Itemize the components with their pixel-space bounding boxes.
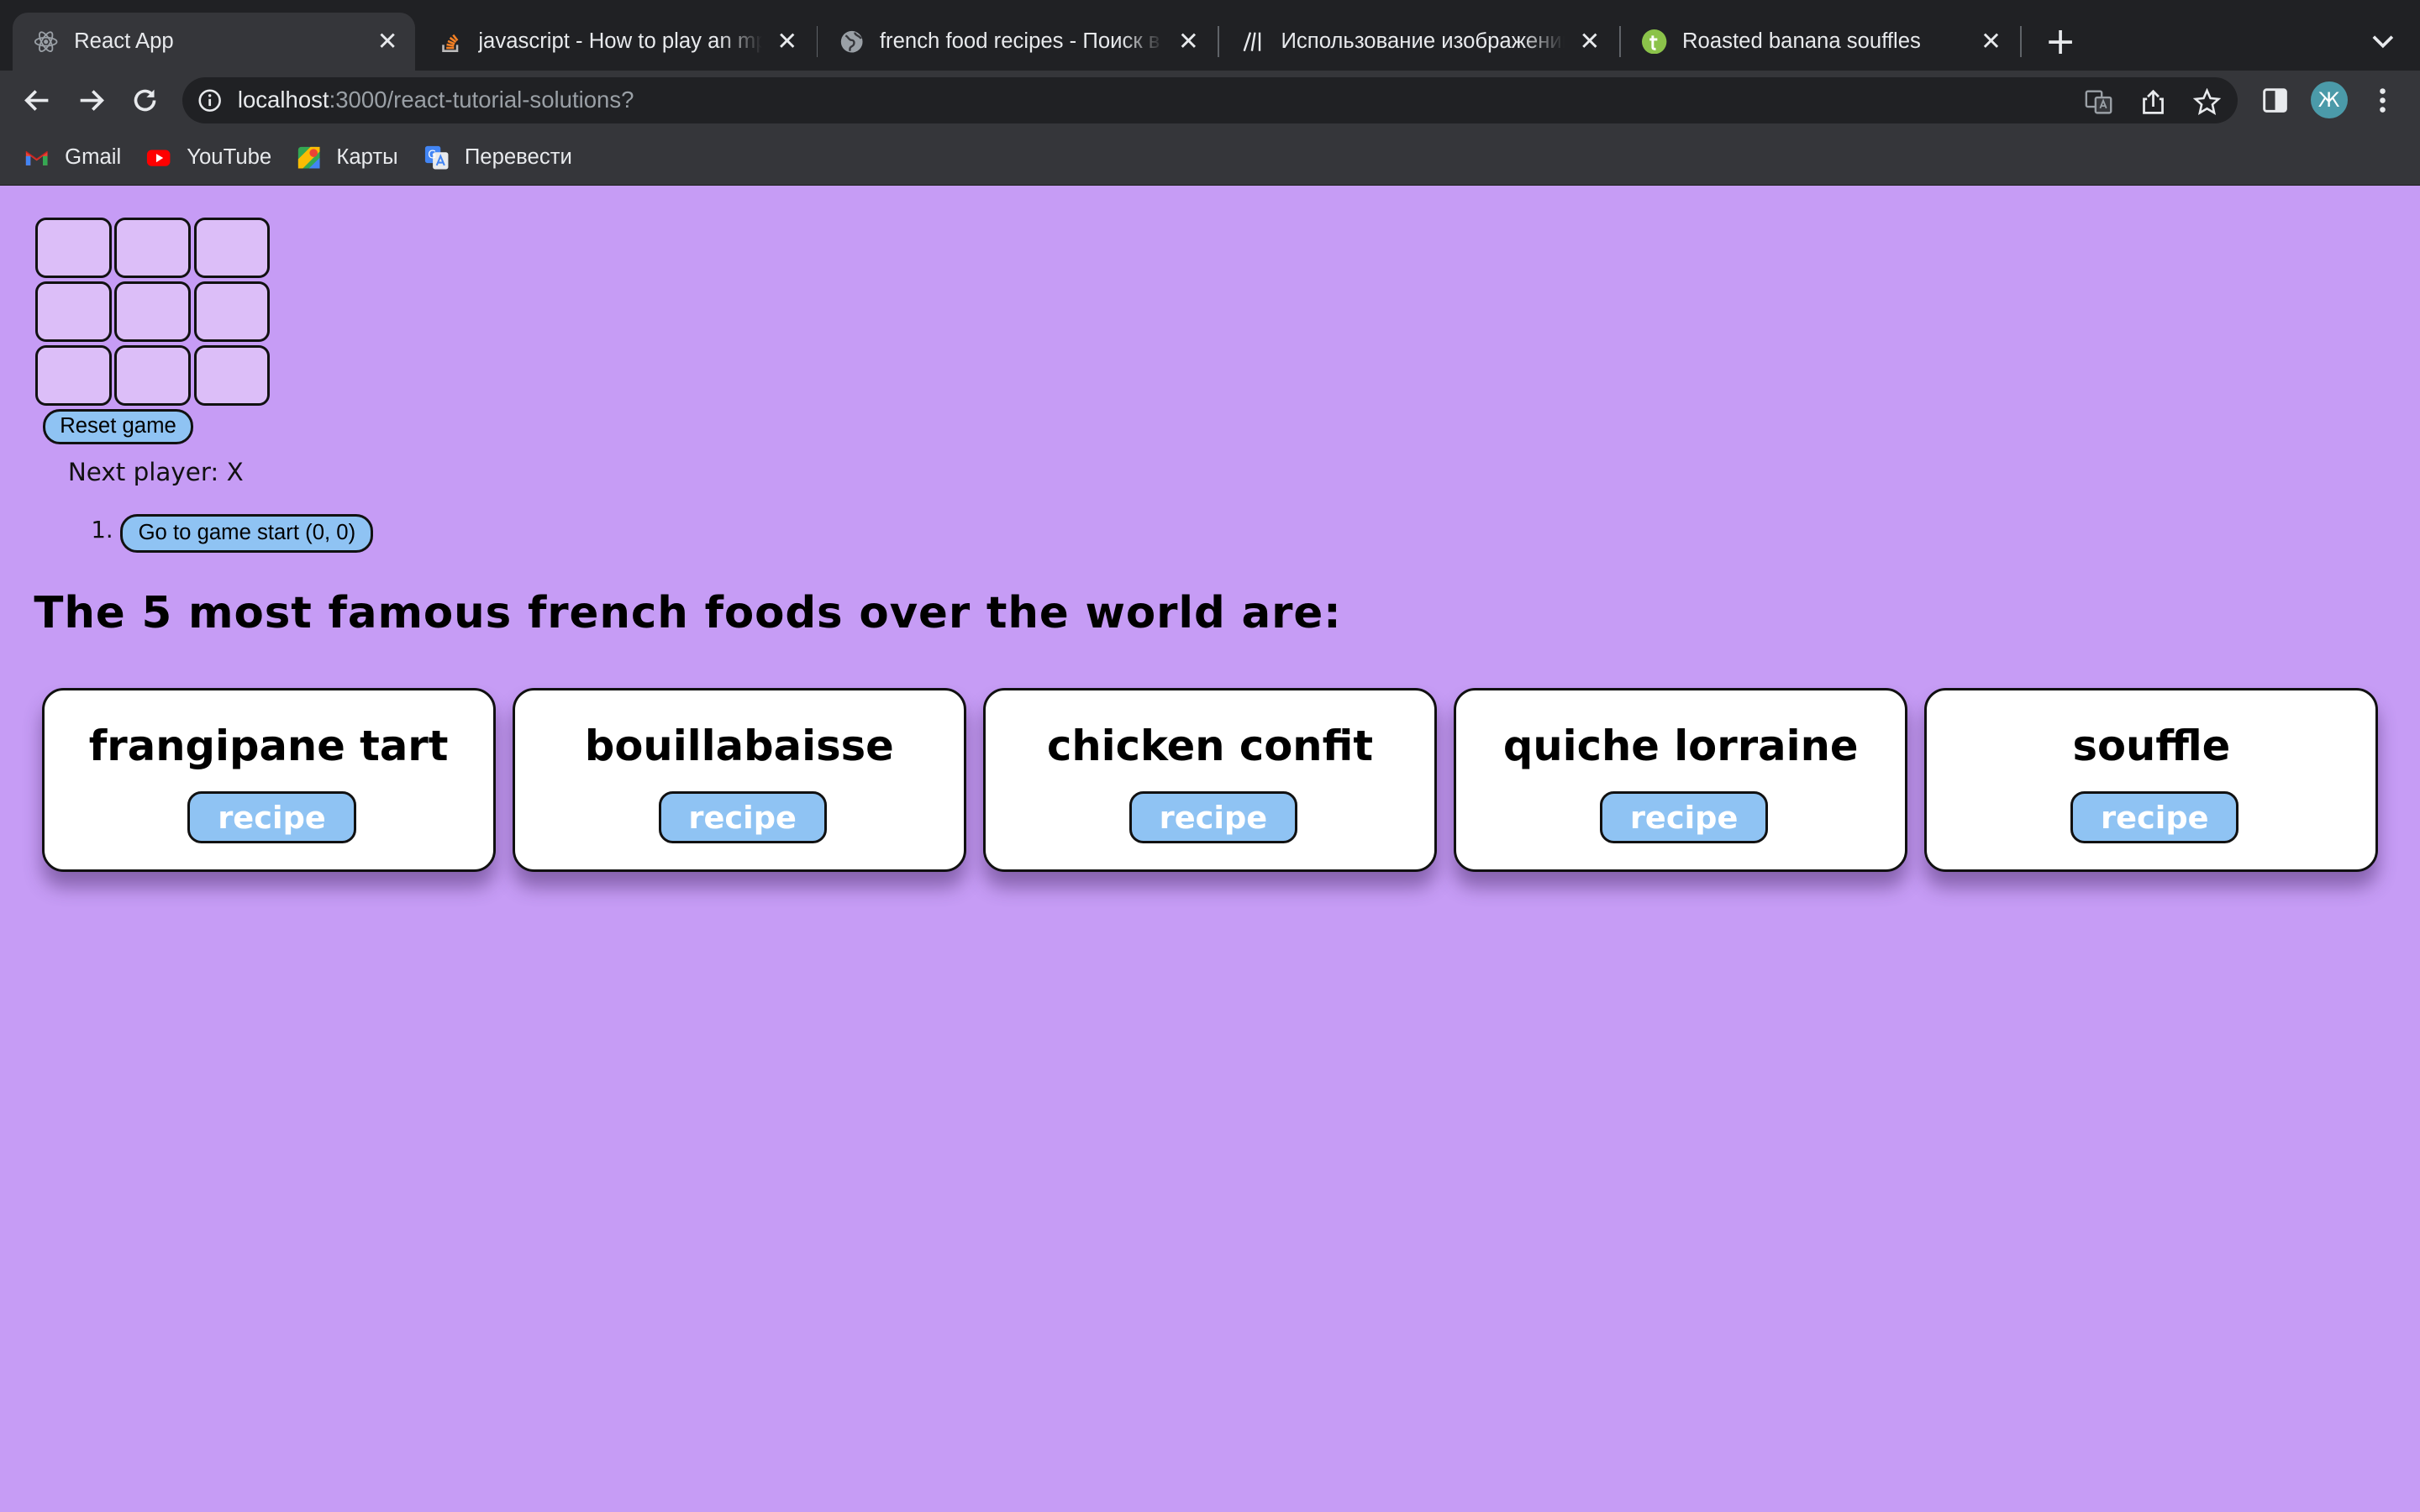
board-square[interactable] bbox=[114, 344, 191, 406]
tab-strip: React App ✕ javascript - How to play an … bbox=[0, 0, 2420, 71]
bookmark-label: YouTube bbox=[187, 144, 272, 169]
foods-heading: The 5 most famous french foods over the … bbox=[34, 587, 1342, 638]
translate-icon: G bbox=[424, 145, 449, 170]
gmail-icon bbox=[24, 145, 49, 170]
youtube-icon bbox=[146, 145, 171, 170]
bookmark-maps[interactable]: Карты bbox=[297, 144, 398, 171]
arrow-left-icon bbox=[24, 90, 48, 111]
page-content: Reset game Next player: X 1. Go to game … bbox=[0, 186, 2420, 1512]
url-host: localhost bbox=[237, 86, 329, 113]
browser-toolbar: localhost:3000/react-tutorial-solutions?… bbox=[0, 71, 2420, 130]
info-icon[interactable] bbox=[197, 88, 222, 113]
svg-text:G: G bbox=[428, 149, 436, 161]
mdn-icon bbox=[1241, 29, 1265, 54]
tab-title: Roasted banana souffles bbox=[1682, 29, 1921, 54]
url-path: :3000/react-tutorial-solutions? bbox=[329, 86, 634, 113]
share-icon[interactable] bbox=[2138, 87, 2169, 118]
go-to-move-button[interactable]: Go to game start (0, 0) bbox=[120, 513, 374, 553]
board-row bbox=[35, 281, 272, 345]
food-card: souffle recipe bbox=[1924, 688, 2379, 872]
tab-title: javascript - How to play an mp3 bbox=[478, 29, 763, 54]
tab-search-chevron-icon[interactable] bbox=[2365, 24, 2402, 60]
food-name: souffle bbox=[2072, 721, 2231, 770]
more-menu-icon[interactable] bbox=[2363, 81, 2403, 121]
bookmark-label: Карты bbox=[336, 144, 398, 169]
board-square[interactable] bbox=[114, 217, 191, 279]
board-square[interactable] bbox=[114, 281, 191, 342]
board-square[interactable] bbox=[193, 281, 270, 342]
reload-button[interactable] bbox=[125, 81, 166, 121]
tab-title: Использование изображений bbox=[1281, 29, 1565, 54]
tab-react-app[interactable]: React App ✕ bbox=[12, 12, 416, 71]
new-tab-button[interactable]: + bbox=[2040, 21, 2081, 62]
reset-game-button[interactable]: Reset game bbox=[43, 408, 193, 444]
stackoverflow-icon bbox=[439, 29, 463, 54]
recipe-button[interactable]: recipe bbox=[1600, 790, 1769, 843]
board-square[interactable] bbox=[193, 344, 270, 406]
food-card: chicken confit recipe bbox=[982, 688, 1437, 872]
board-square[interactable] bbox=[35, 217, 112, 279]
maps-icon bbox=[297, 145, 321, 170]
url-text: localhost:3000/react-tutorial-solutions? bbox=[238, 87, 634, 113]
recipe-button[interactable]: recipe bbox=[1128, 790, 1297, 843]
food-name: bouillabaisse bbox=[584, 721, 894, 770]
react-icon bbox=[34, 29, 58, 54]
tab-google-search[interactable]: french food recipes - Поиск в Google ✕ bbox=[818, 13, 1216, 71]
close-icon[interactable]: ✕ bbox=[1975, 26, 2007, 57]
bookmark-label: Перевести bbox=[464, 144, 572, 169]
board-row bbox=[35, 344, 272, 409]
food-name: chicken confit bbox=[1046, 721, 1374, 770]
food-card: quiche lorraine recipe bbox=[1454, 688, 1908, 872]
tab-separator bbox=[2020, 26, 2023, 57]
food-card: frangipane tart recipe bbox=[41, 688, 496, 872]
game-status: Next player: X bbox=[67, 458, 244, 487]
browser-window: React App ✕ javascript - How to play an … bbox=[0, 0, 2420, 1512]
tasty-icon bbox=[1642, 29, 1667, 55]
close-icon[interactable]: ✕ bbox=[1574, 26, 1605, 57]
profile-avatar[interactable]: Ж bbox=[2310, 81, 2348, 119]
tab-stackoverflow[interactable]: javascript - How to play an mp3 ✕ bbox=[417, 13, 815, 71]
side-panel-icon[interactable] bbox=[2254, 81, 2295, 121]
reload-icon bbox=[134, 89, 156, 112]
board-square[interactable] bbox=[35, 281, 112, 342]
bookmark-gmail[interactable]: Gmail bbox=[24, 144, 121, 171]
tab-title: React App bbox=[74, 29, 174, 54]
bookmark-youtube[interactable]: YouTube bbox=[146, 144, 271, 171]
food-card: bouillabaisse recipe bbox=[512, 688, 966, 872]
board-square[interactable] bbox=[193, 217, 270, 279]
board-row bbox=[35, 217, 272, 281]
back-button[interactable] bbox=[17, 81, 57, 121]
close-icon[interactable]: ✕ bbox=[771, 26, 802, 57]
translate-page-icon[interactable] bbox=[2084, 87, 2115, 118]
food-name: quiche lorraine bbox=[1502, 721, 1859, 770]
globe-icon bbox=[839, 29, 864, 54]
bookmarks-bar: Gmail YouTube Карты G Перевести bbox=[0, 129, 2420, 186]
address-bar[interactable]: localhost:3000/react-tutorial-solutions? bbox=[182, 76, 2238, 123]
close-icon[interactable]: ✕ bbox=[372, 26, 403, 57]
board-square[interactable] bbox=[35, 344, 112, 406]
close-icon[interactable]: ✕ bbox=[1173, 26, 1204, 57]
bookmark-star-icon[interactable] bbox=[2191, 87, 2223, 118]
tic-tac-toe-board bbox=[35, 217, 272, 409]
recipe-button[interactable]: recipe bbox=[2070, 790, 2239, 843]
tab-mdn[interactable]: Использование изображений ✕ bbox=[1219, 13, 1618, 71]
food-name: frangipane tart bbox=[88, 721, 449, 770]
recipe-button[interactable]: recipe bbox=[658, 790, 827, 843]
forward-button[interactable] bbox=[71, 81, 111, 121]
tab-title: french food recipes - Поиск в Google bbox=[879, 29, 1164, 54]
bookmark-label: Gmail bbox=[65, 144, 122, 169]
tab-roasted-banana[interactable]: Roasted banana souffles ✕ bbox=[1621, 13, 2019, 71]
recipe-button[interactable]: recipe bbox=[187, 790, 356, 843]
bookmark-translate[interactable]: G Перевести bbox=[424, 144, 572, 171]
arrow-right-icon bbox=[80, 90, 104, 111]
move-number: 1. bbox=[91, 517, 113, 544]
